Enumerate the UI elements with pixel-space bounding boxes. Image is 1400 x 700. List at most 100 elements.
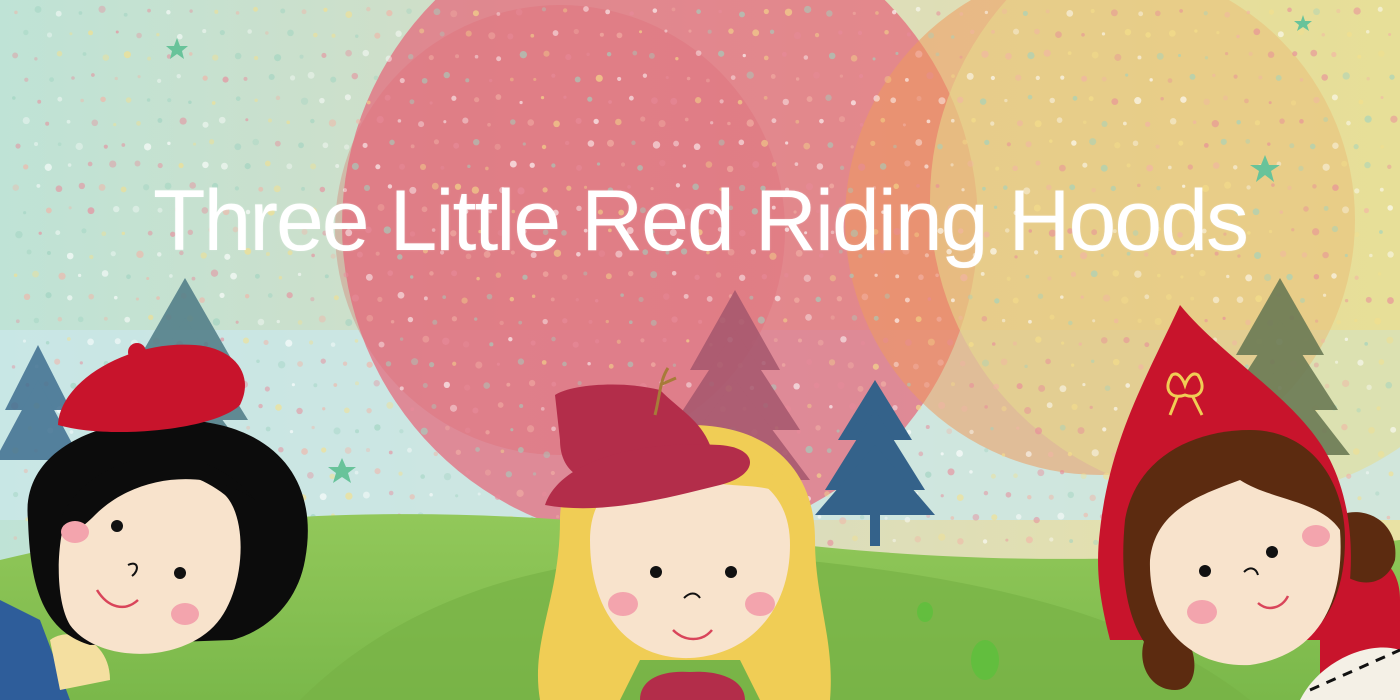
polka-dot [496,362,500,366]
polka-dot [429,101,433,105]
polka-dot [650,271,658,279]
polka-dot [1121,296,1129,304]
polka-dot [488,78,493,83]
polka-dot [442,295,447,300]
polka-dot [541,7,547,12]
polka-dot [715,272,722,278]
polka-dot [658,119,666,128]
polka-dot [1049,314,1055,320]
polka-dot [1059,164,1066,172]
polka-dot [793,31,802,40]
polka-dot [533,77,537,81]
polka-dot [1224,11,1231,18]
polka-dot [971,117,976,123]
polka-dot [235,96,241,101]
polka-dot [324,274,329,279]
polka-dot [1254,120,1261,126]
polka-dot [1110,9,1118,17]
polka-dot [1220,138,1227,145]
polka-dot [1203,98,1210,106]
polka-dot [904,516,911,523]
polka-dot [1357,359,1364,366]
polka-dot [210,269,219,277]
polka-dot [79,361,83,365]
polka-dot [1028,319,1032,324]
polka-dot [57,142,62,147]
polka-dot [464,384,471,391]
polka-dot [1366,384,1372,390]
polka-dot [781,363,786,367]
polka-dot [330,76,337,83]
polka-dot [433,139,440,145]
polka-dot [686,339,690,343]
polka-dot [411,358,419,366]
polka-dot [969,383,975,388]
polka-dot [1279,118,1285,124]
banner-title: Three Little Red Riding Hoods [152,173,1249,269]
polka-dot [642,73,648,78]
polka-dot [860,340,866,346]
polka-dot [147,56,151,61]
polka-dot [1387,297,1394,304]
cheek [745,592,775,616]
polka-dot [1321,32,1325,37]
polka-dot [509,160,517,168]
polka-dot [608,100,612,104]
polka-dot [188,100,192,105]
polka-dot [827,142,834,149]
grass-tuft-icon [971,640,999,680]
polka-dot [388,490,394,496]
polka-dot [1365,29,1370,34]
polka-dot [1012,165,1018,172]
polka-dot [1114,53,1122,61]
polka-dot [176,73,181,79]
polka-dot [156,33,160,37]
polka-dot [15,143,21,149]
polka-dot [969,29,975,35]
polka-dot [75,142,83,151]
polka-dot [874,273,878,277]
polka-dot [1016,426,1020,430]
polka-dot [366,314,374,322]
polka-dot [242,337,250,344]
polka-dot [211,101,216,105]
polka-dot [219,29,225,36]
polka-dot [406,8,412,14]
polka-dot [366,361,373,368]
polka-dot [665,75,669,80]
polka-dot [1377,272,1382,276]
polka-dot [543,50,550,57]
polka-dot [344,447,352,454]
polka-dot [672,363,677,367]
polka-dot [376,115,384,124]
polka-dot [214,9,219,14]
beret-nub [128,343,146,361]
polka-dot [727,121,731,126]
polka-dot [564,140,570,146]
polka-dot [57,96,63,102]
polka-dot [617,76,622,81]
polka-dot [587,361,591,366]
polka-dot [433,451,439,457]
polka-dot [362,491,370,499]
polka-dot [814,32,820,38]
polka-dot [924,164,929,169]
polka-dot [1178,140,1184,146]
polka-dot [1315,319,1319,323]
polka-dot [335,163,340,168]
polka-dot [125,97,132,103]
polka-dot [1155,10,1161,17]
polka-dot [947,468,955,476]
polka-dot [101,270,109,277]
polka-dot [530,33,535,38]
polka-dot [1323,117,1329,123]
polka-dot [1066,9,1074,17]
polka-dot [1357,496,1362,501]
polka-dot [1024,364,1028,369]
polka-dot [506,382,511,387]
polka-dot [1077,427,1085,435]
polka-dot [637,165,643,171]
polka-dot [605,273,612,280]
polka-dot [1025,451,1032,458]
polka-dot [956,494,964,502]
